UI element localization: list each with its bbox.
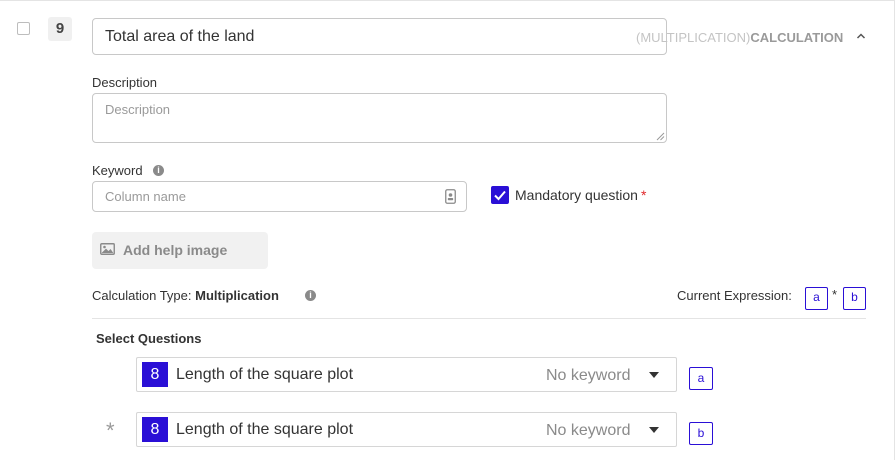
row-select-checkbox[interactable] xyxy=(17,22,30,35)
resize-grip-icon[interactable] xyxy=(656,132,665,141)
selected-question-number: 8 xyxy=(142,417,168,442)
question-card: 9 Total area of the land (MULTIPLICATION… xyxy=(0,0,895,460)
info-icon[interactable]: i xyxy=(153,165,164,176)
selected-question-number: 8 xyxy=(142,362,168,387)
image-icon xyxy=(100,243,115,255)
selected-question-keyword: No keyword xyxy=(546,367,631,384)
expression-operator: * xyxy=(832,287,838,302)
selected-question-title: Length of the square plot xyxy=(176,421,354,438)
add-help-image-label: Add help image xyxy=(123,242,228,258)
calculation-type-value: Multiplication xyxy=(195,288,279,303)
expression-token-b: b xyxy=(843,287,866,310)
selected-question-keyword: No keyword xyxy=(546,422,631,439)
keyword-input[interactable]: Column name xyxy=(92,181,467,212)
question-number: 9 xyxy=(48,17,72,41)
question-type-label: (MULTIPLICATION)CALCULATION xyxy=(636,30,843,45)
question-title-input[interactable]: Total area of the land xyxy=(92,18,667,55)
required-mark: * xyxy=(640,187,647,203)
operator-symbol: * xyxy=(106,418,115,443)
id-card-icon xyxy=(445,189,456,204)
chevron-up-icon[interactable] xyxy=(856,31,866,41)
description-label: Description xyxy=(92,75,158,90)
variable-slot-a: a xyxy=(689,367,713,390)
caret-down-icon[interactable] xyxy=(649,427,659,433)
mandatory-label-text: Mandatory question xyxy=(515,187,638,203)
mandatory-label: Mandatory question * xyxy=(515,187,646,203)
selected-question-title: Length of the square plot xyxy=(176,366,354,383)
calculation-type: Calculation Type: Multiplication xyxy=(92,288,279,303)
description-textarea[interactable]: Description xyxy=(92,93,667,143)
keyword-label: Keyword xyxy=(92,163,143,178)
current-expression-label: Current Expression: xyxy=(677,288,792,303)
divider xyxy=(92,318,866,319)
mandatory-checkbox[interactable] xyxy=(491,186,509,204)
caret-down-icon[interactable] xyxy=(649,372,659,378)
question-type-main: CALCULATION xyxy=(750,30,844,45)
calculation-type-label: Calculation Type: xyxy=(92,288,192,303)
expression-token-a: a xyxy=(805,287,828,310)
select-questions-label: Select Questions xyxy=(96,331,202,346)
variable-slot-b: b xyxy=(689,422,713,445)
checkmark-icon xyxy=(494,190,506,201)
info-icon[interactable]: i xyxy=(305,290,316,301)
question-type-sub: (MULTIPLICATION) xyxy=(636,30,751,45)
